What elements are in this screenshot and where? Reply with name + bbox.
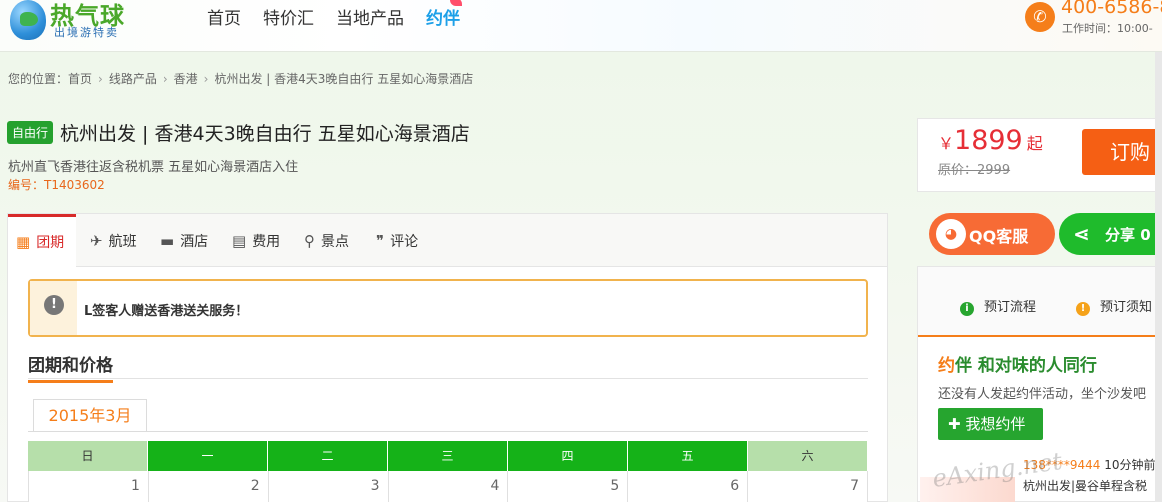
book-button[interactable]: 订购 (1082, 129, 1162, 175)
yueban-brand-b: 伴 (955, 356, 972, 376)
calendar-weekdays: 日 一 二 三 四 五 六 (28, 441, 868, 471)
price-box: ￥1899 起 原价：2999 订购 (917, 118, 1162, 192)
tab-sights-label: 景点 (321, 234, 349, 250)
calendar-day[interactable]: 2 (148, 471, 269, 502)
yueban-slogan: 和对味的人同行 (972, 356, 1097, 376)
share-label: 分享 (1105, 226, 1136, 244)
product-subtitle: 杭州直飞香港往返含税机票 五星如心海景酒店入住 (8, 160, 299, 175)
calendar-row: 1 2 3 4 5 6 7 (28, 471, 869, 502)
chevron-right-icon: › (98, 72, 103, 86)
tab-hotel-label: 酒店 (180, 234, 209, 250)
page-title: 杭州出发 | 香港4天3晚自由行 五星如心海景酒店 (60, 123, 470, 145)
nav-deals[interactable]: 特价汇 (263, 4, 314, 29)
chevron-right-icon: › (162, 72, 168, 86)
product-type-badge: 自由行 (7, 121, 54, 144)
work-hours: 工作时间：10:00- (1062, 22, 1153, 35)
tab-dates-label: 团期 (36, 235, 65, 251)
site-logo[interactable]: 热气球 出境游特卖 (8, 0, 133, 44)
weekday-sat: 六 (748, 441, 868, 471)
yueban-description: 还没有人发起约伴活动，坐个沙发吧 (938, 387, 1147, 402)
logo-slogan: 出境游特卖 (54, 26, 119, 39)
weekday-mon: 一 (148, 441, 268, 471)
weekday-wed: 三 (388, 441, 508, 471)
yueban-button[interactable]: ✚ 我想约伴 (938, 408, 1043, 440)
scrollbar[interactable] (1155, 52, 1162, 502)
product-title-row: 自由行 杭州出发 | 香港4天3晚自由行 五星如心海景酒店 (7, 119, 470, 146)
breadcrumb: 您的位置：首页 › 线路产品 › 香港 › 杭州出发 | 香港4天3晚自由行 五星如心海景酒… (8, 70, 473, 87)
price: ￥1899 起 (938, 125, 1043, 156)
calendar-day[interactable]: 4 (388, 471, 509, 502)
qq-service-button[interactable]: ◕ QQ客服 (929, 213, 1055, 255)
bed-icon: ▬ (160, 232, 175, 250)
plane-icon: ✈ (90, 232, 103, 250)
breadcrumb-hongkong[interactable]: 香港 (174, 72, 198, 86)
phone-icon: ✆ (1025, 2, 1055, 32)
divider (28, 431, 868, 432)
feed-item-product[interactable]: 杭州出发|曼谷单程含税 (1023, 476, 1162, 497)
tab-flights-label: 航班 (108, 234, 137, 250)
divider (28, 378, 868, 379)
location-pin-icon: ⚲ (304, 232, 315, 250)
notice-text: L签客人赠送香港送关服务！ (84, 304, 249, 319)
top-header: 热气球 出境游特卖 首页 特价汇 当地产品 约伴 ✆ 400-6586-8 工作… (0, 0, 1162, 52)
yueban-title: 约伴 和对味的人同行 (938, 351, 1097, 376)
weekday-fri: 五 (628, 441, 748, 471)
tab-booking-flow[interactable]: i 预订流程 (960, 296, 1036, 316)
nav-local[interactable]: 当地产品 (336, 4, 404, 29)
tab-dates[interactable]: ▦ 团期 (8, 214, 77, 268)
calendar-day[interactable]: 7 (748, 471, 869, 502)
qq-icon: ◕ (936, 219, 966, 249)
yueban-button-label: 我想约伴 (965, 415, 1026, 433)
tab-reviews-label: 评论 (390, 234, 419, 250)
calendar-day[interactable]: 1 (29, 471, 149, 502)
info-icon: i (960, 302, 974, 316)
calendar-day[interactable]: 5 (508, 471, 629, 502)
weekday-tue: 二 (268, 441, 388, 471)
wallet-icon: ▤ (232, 232, 247, 250)
product-code: 编号：T1403602 (8, 178, 105, 192)
detail-card: ▦ 团期 ✈ 航班 ▬ 酒店 ▤ 费用 ⚲ 景点 ❞ 评论 ! L签客人赠送香港送关服务！ … (7, 213, 888, 502)
price-suffix: 起 (1026, 134, 1043, 153)
tab-booking-notes-label: 预订须知 (1100, 300, 1153, 315)
quote-icon: ❞ (376, 232, 385, 250)
main-nav: 首页 特价汇 当地产品 约伴 (207, 4, 460, 29)
tab-fees[interactable]: ▤ 费用 (232, 214, 280, 267)
qq-label: QQ客服 (969, 227, 1029, 246)
price-value: 1899 (954, 125, 1023, 156)
weekday-thu: 四 (508, 441, 628, 471)
calendar-icon: ▦ (16, 233, 31, 251)
weekday-sun: 日 (28, 441, 148, 471)
share-button[interactable]: ⋖ 分享 0 (1059, 213, 1162, 255)
feed-time: 10分钟前 购 (1104, 458, 1162, 472)
tab-sights[interactable]: ⚲ 景点 (304, 214, 349, 267)
notice-box: ! L签客人赠送香港送关服务！ (28, 279, 868, 337)
breadcrumb-home[interactable]: 您的位置：首页 (8, 72, 92, 86)
detail-tabs: ▦ 团期 ✈ 航班 ▬ 酒店 ▤ 费用 ⚲ 景点 ❞ 评论 (8, 214, 887, 268)
balloon-icon (10, 0, 46, 40)
share-icon: ⋖ (1073, 222, 1090, 246)
hotline-number: 400-6586-8 (1061, 0, 1162, 18)
share-count: 0 (1140, 226, 1151, 244)
alert-icon: ! (44, 295, 64, 315)
tab-booking-notes[interactable]: ! 预订须知 (1076, 296, 1152, 316)
original-price: 原价：2999 (938, 163, 1011, 178)
chevron-right-icon: › (203, 72, 209, 86)
calendar-day[interactable]: 3 (268, 471, 389, 502)
breadcrumb-current: 杭州出发 | 香港4天3晚自由行 五星如心海景酒店 (214, 72, 474, 86)
warning-icon: ! (1076, 302, 1090, 316)
currency-symbol: ￥ (938, 134, 955, 153)
month-tab[interactable]: 2015年3月 (33, 399, 147, 432)
tab-fees-label: 费用 (252, 234, 281, 250)
tab-booking-flow-label: 预订流程 (984, 300, 1037, 315)
booking-tabs: i 预订流程 ! 预订须知 (918, 267, 1161, 337)
tab-hotel[interactable]: ▬ 酒店 (160, 214, 208, 267)
calendar-day[interactable]: 6 (628, 471, 749, 502)
plus-icon: ✚ (948, 415, 966, 433)
breadcrumb-products[interactable]: 线路产品 (109, 72, 157, 86)
tab-flights[interactable]: ✈ 航班 (90, 214, 137, 267)
nav-yueban[interactable]: 约伴 (426, 4, 460, 29)
tab-reviews[interactable]: ❞ 评论 (376, 214, 418, 267)
yueban-brand-a: 约 (938, 356, 955, 376)
nav-home[interactable]: 首页 (207, 4, 241, 29)
